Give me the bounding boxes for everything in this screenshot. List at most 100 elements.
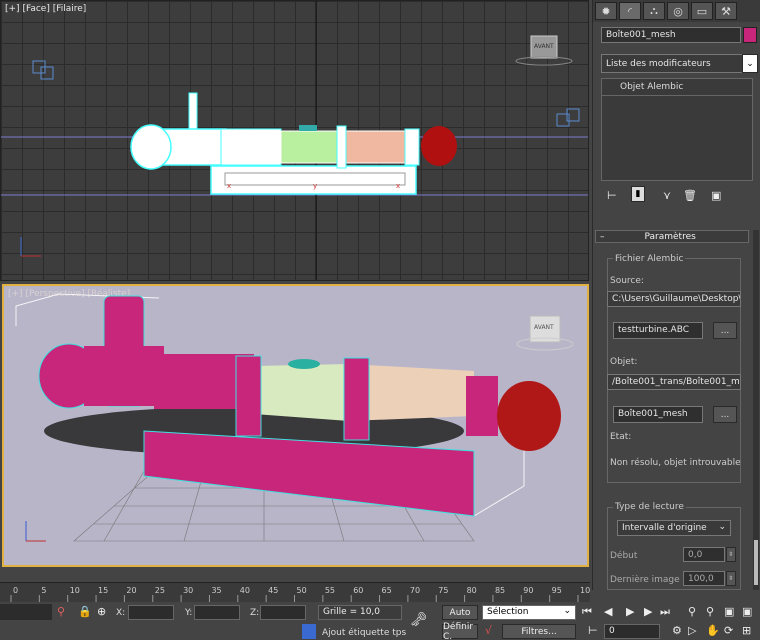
object-path-field[interactable]: /Boîte001_trans/Boîte001_mesh	[607, 374, 741, 390]
start-value-field[interactable]: 0,0	[683, 547, 725, 562]
previous-frame-icon[interactable]: ◀	[604, 605, 612, 618]
timeline-tick-label: 60	[353, 586, 363, 595]
rollout-collapse-icon: –	[600, 231, 605, 242]
auto-key-button[interactable]: Auto	[442, 605, 478, 620]
perspective-scene	[15, 293, 574, 542]
timeline-tick-label: 75	[438, 586, 448, 595]
timeline-tick-label: 50	[297, 586, 307, 595]
key-filters-button[interactable]: Filtres...	[502, 624, 576, 639]
timeline-ruler[interactable]: 0 5 10 15 20 25 30 35 40 45 50 55 60 65 70 75 80 85 90 95 10…	[0, 582, 590, 603]
isolate-icon[interactable]: ⚲	[57, 605, 65, 618]
panel-scrollbar[interactable]	[753, 230, 759, 590]
nav-cube-label[interactable]: AVANT	[534, 43, 554, 50]
chevron-down-icon: ⌄	[718, 522, 726, 532]
object-label: Objet:	[610, 357, 638, 367]
key-icon[interactable]: 🗝	[410, 612, 428, 628]
pin-stack-icon[interactable]: ⊢	[607, 189, 617, 202]
y-coordinate-field[interactable]	[194, 605, 240, 620]
timeline-tick-label: 10	[70, 586, 80, 595]
svg-text:x: x	[396, 182, 400, 190]
timeline-tick-label: 30	[183, 586, 193, 595]
zoom-extents-icon[interactable]: ▣	[724, 605, 734, 618]
add-time-tag-button[interactable]: Ajout étiquette tps	[322, 628, 406, 638]
object-value-field[interactable]: Boîte001_mesh	[613, 406, 703, 423]
time-config-icon[interactable]: ⚙	[672, 624, 682, 637]
z-label: Z:	[250, 608, 260, 618]
modify-icon[interactable]: ◜	[619, 2, 641, 20]
timeline-tick-label: 25	[155, 586, 165, 595]
set-key-button[interactable]: Définir C.	[442, 622, 478, 640]
timeline-tick-label: 55	[325, 586, 335, 595]
maxscript-listener[interactable]	[0, 604, 52, 620]
stack-item-alembic[interactable]: Objet Alembic	[602, 79, 752, 96]
z-coordinate-field[interactable]	[260, 605, 306, 620]
state-value: Non résolu, objet introuvable	[610, 458, 741, 468]
chevron-down-icon[interactable]: ⌄	[742, 54, 758, 73]
utilities-icon[interactable]: ⚒	[715, 2, 737, 20]
go-to-start-icon[interactable]: ⏮	[582, 605, 592, 619]
timeline-tick-label: 35	[211, 586, 221, 595]
timeline-tick-label: 65	[382, 586, 392, 595]
show-end-result-icon[interactable]: ▮	[631, 186, 645, 202]
x-coordinate-field[interactable]	[128, 605, 174, 620]
perspective-viewport[interactable]: [+] [Perspective] [Réaliste] AVANT	[2, 284, 589, 567]
status-bar: ⚲ 🔒 ⊕ X: Y: Z: Grille = 10,0 🗝 Auto Séle…	[0, 602, 760, 640]
panel-scrollbar-thumb[interactable]	[754, 540, 758, 585]
x-label: X:	[116, 608, 126, 618]
source-file-field[interactable]: testturbine.ABC	[613, 322, 703, 339]
configure-sets-icon[interactable]: ▣	[711, 189, 721, 202]
hierarchy-icon[interactable]: ⛬	[643, 2, 665, 20]
play-icon[interactable]: ▶	[626, 605, 634, 618]
current-frame-field[interactable]: 0	[604, 624, 660, 639]
chevron-down-icon: ⌄	[563, 606, 571, 616]
svg-text:x: x	[227, 182, 231, 190]
timeline-tick-label: 0	[13, 586, 18, 595]
end-label: Dernière image	[610, 575, 680, 585]
browse-source-button[interactable]: ...	[713, 322, 737, 339]
state-label: Etat:	[610, 432, 632, 442]
key-filter-icon[interactable]: √	[485, 624, 492, 637]
lock-icon[interactable]: 🔒	[78, 605, 92, 618]
playback-mode-dropdown[interactable]: Intervalle d'origine ⌄	[617, 520, 731, 536]
selection-set-dropdown[interactable]: Sélection ⌄	[482, 605, 576, 620]
timeline-tick-label: 20	[126, 586, 136, 595]
zoom-all-icon[interactable]: ⚲	[706, 605, 714, 618]
end-value-field[interactable]: 100,0	[683, 571, 725, 586]
make-unique-icon[interactable]: ⋎	[663, 189, 671, 202]
timeline-tick-label: 70	[410, 586, 420, 595]
motion-icon[interactable]: ◎	[667, 2, 689, 20]
go-to-end-icon[interactable]: ⏭	[660, 605, 670, 619]
zoom-extents-all-icon[interactable]: ▣	[742, 605, 752, 618]
parameters-rollout-header[interactable]: – Paramètres	[595, 230, 749, 243]
transform-mode-icon[interactable]: ⊕	[97, 605, 106, 618]
field-of-view-icon[interactable]: ▷	[688, 624, 696, 637]
pan-icon[interactable]: ✋	[706, 624, 720, 637]
object-name-input[interactable]: Boîte001_mesh	[601, 27, 741, 43]
y-label: Y:	[185, 608, 193, 618]
command-tabs: ✹ ◜ ⛬ ◎ ▭ ⚒	[593, 0, 760, 22]
timeline-tick-label: 15	[98, 586, 108, 595]
timeline-tick-label: 90	[523, 586, 533, 595]
zoom-icon[interactable]: ⚲	[688, 605, 696, 618]
modifier-stack[interactable]: Objet Alembic	[601, 78, 753, 181]
display-icon[interactable]: ▭	[691, 2, 713, 20]
sun-icon[interactable]: ✹	[595, 2, 617, 20]
browse-object-button[interactable]: ...	[713, 406, 737, 423]
front-viewport[interactable]: [+] [Face] [Filaire] x y x AVANT	[0, 0, 589, 281]
maximize-viewport-icon[interactable]: ⊞	[742, 624, 751, 637]
remove-modifier-icon[interactable]: 🗑	[683, 189, 697, 202]
modifier-list-dropdown[interactable]: Liste des modificateurs	[601, 54, 744, 73]
key-mode-icon[interactable]: ⊢	[588, 624, 598, 637]
timeline-tick-label: 85	[495, 586, 505, 595]
timeline-tick-label: 80	[467, 586, 477, 595]
svg-text:y: y	[313, 182, 317, 190]
orbit-icon[interactable]: ⟳	[724, 624, 733, 637]
source-path-field[interactable]: C:\Users\Guillaume\Desktop\test	[607, 291, 741, 307]
nav-cube-label[interactable]: AVANT	[534, 324, 554, 331]
object-color-swatch[interactable]	[743, 27, 757, 43]
next-frame-icon[interactable]: ▶	[644, 605, 652, 618]
end-spinner[interactable]: ⇳	[726, 571, 736, 586]
start-spinner[interactable]: ⇳	[726, 547, 736, 562]
time-tag-icon[interactable]	[302, 624, 316, 639]
source-label: Source:	[610, 276, 644, 286]
